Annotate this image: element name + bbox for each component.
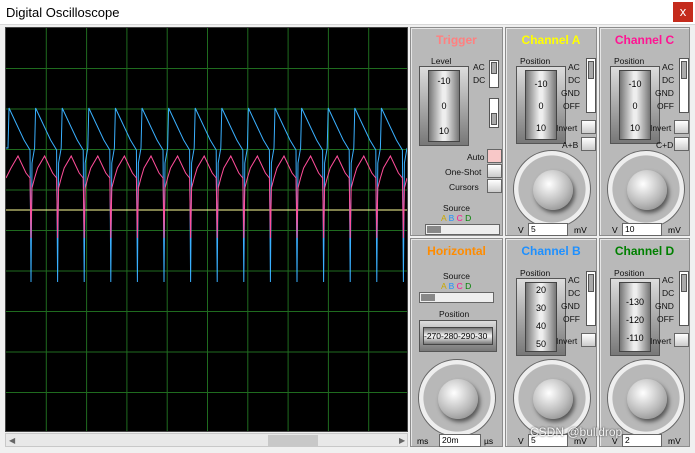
- one-shot-button[interactable]: [487, 164, 502, 178]
- unit: V: [518, 225, 524, 235]
- channel-a-coupling-switch[interactable]: [586, 58, 596, 113]
- waveform-plot: [6, 28, 407, 431]
- channel-b-coupling-switch[interactable]: [586, 271, 596, 326]
- channel-d-panel: Channel D Position -130 -120 -110 AC DC …: [599, 238, 690, 447]
- horizontal-source-slider[interactable]: [419, 292, 494, 303]
- channel-a-off[interactable]: OFF: [563, 101, 580, 111]
- channel-c-panel: Channel C Position -10 0 10 AC DC GND OF…: [599, 27, 690, 236]
- unit: mV: [574, 225, 587, 235]
- channel-c-combine-button[interactable]: [674, 137, 689, 151]
- channel-d-off[interactable]: OFF: [657, 314, 674, 324]
- channel-a-title: Channel A: [521, 33, 581, 47]
- channel-a-invert-button[interactable]: [581, 120, 596, 134]
- display-scrollbar[interactable]: ◀ ▶: [5, 433, 408, 447]
- channel-b-ac[interactable]: AC: [568, 275, 580, 285]
- unit: µs: [484, 436, 494, 446]
- channel-a-invert-label: Invert: [556, 123, 578, 133]
- channel-c-invert-label: Invert: [650, 123, 672, 133]
- channel-c-title: Channel C: [614, 33, 675, 47]
- trigger-title: Trigger: [436, 33, 477, 47]
- horizontal-source-letters: A B C D: [441, 281, 472, 291]
- channel-b-off[interactable]: OFF: [563, 314, 580, 324]
- channel-c-off[interactable]: OFF: [657, 101, 674, 111]
- channel-d-invert-label: Invert: [650, 336, 672, 346]
- scroll-left-icon[interactable]: ◀: [9, 436, 15, 445]
- trigger-dc[interactable]: DC: [473, 75, 485, 85]
- trigger-source-slider[interactable]: [425, 224, 500, 235]
- source-letters: A B C D: [441, 213, 472, 223]
- position-label: Position: [520, 268, 551, 278]
- unit: mV: [668, 436, 681, 446]
- horizontal-position-control[interactable]: -270-280-290-30: [419, 320, 497, 352]
- channel-a-volts-knob[interactable]: [513, 150, 591, 228]
- trace-c: [6, 154, 407, 239]
- close-button[interactable]: x: [673, 2, 693, 22]
- horizontal-panel: Horizontal Source A B C D Position -270-…: [410, 238, 503, 447]
- cursors-button[interactable]: [487, 179, 502, 193]
- horizontal-title: Horizontal: [427, 244, 486, 258]
- trigger-panel: Trigger Level -10 0 10 AC DC Auto One-Sh…: [410, 27, 503, 236]
- tick: -10: [437, 76, 451, 86]
- tick: 0: [441, 101, 447, 111]
- channel-d-value[interactable]: 2: [622, 434, 662, 447]
- channel-c-coupling-switch[interactable]: [679, 58, 689, 113]
- channel-c-gnd[interactable]: GND: [655, 88, 674, 98]
- channel-c-ac[interactable]: AC: [662, 62, 674, 72]
- level-control[interactable]: -10 0 10: [419, 66, 469, 146]
- channel-d-gnd[interactable]: GND: [655, 301, 674, 311]
- channel-a-ac[interactable]: AC: [568, 62, 580, 72]
- channel-a-panel: Channel A Position -10 0 10 AC DC GND OF…: [505, 27, 597, 236]
- unit: ms: [417, 436, 429, 446]
- coupling-switch[interactable]: [489, 60, 499, 88]
- position-label: Position: [614, 268, 645, 278]
- auto-label: Auto: [467, 152, 485, 162]
- channel-c-value[interactable]: 10: [622, 223, 662, 236]
- channel-a-value[interactable]: 5: [528, 223, 568, 236]
- scrollbar-thumb[interactable]: [268, 435, 318, 446]
- position-label: Position: [520, 56, 551, 66]
- channel-d-ac[interactable]: AC: [662, 275, 674, 285]
- level-label: Level: [431, 56, 452, 66]
- channel-b-dc[interactable]: DC: [568, 288, 580, 298]
- unit: V: [612, 225, 618, 235]
- oscilloscope-display: [5, 27, 408, 432]
- channel-c-volts-knob[interactable]: [607, 150, 685, 228]
- channel-d-title: Channel D: [614, 244, 675, 258]
- horizontal-value[interactable]: 20m: [439, 434, 481, 447]
- channel-b-invert-label: Invert: [556, 336, 578, 346]
- trigger-ac[interactable]: AC: [473, 62, 485, 72]
- unit: V: [518, 436, 524, 446]
- tick: 10: [438, 126, 449, 136]
- source-label: Source: [443, 271, 470, 281]
- unit: mV: [668, 225, 681, 235]
- watermark: CSDN @bulldrop: [530, 425, 623, 439]
- channel-c-invert-button[interactable]: [674, 120, 689, 134]
- cursors-label: Cursors: [449, 182, 479, 192]
- channel-a-dc[interactable]: DC: [568, 75, 580, 85]
- one-shot-label: One-Shot: [445, 167, 482, 177]
- channel-b-title: Channel B: [521, 244, 581, 258]
- channel-b-panel: Channel B Position 20 30 40 50 AC DC GND…: [505, 238, 597, 447]
- channel-c-combine-label: C+D: [656, 140, 674, 150]
- scroll-right-icon[interactable]: ▶: [399, 436, 405, 445]
- channel-a-combine-label: A+B: [562, 140, 579, 150]
- edge-switch[interactable]: [489, 98, 499, 128]
- channel-d-coupling-switch[interactable]: [679, 271, 689, 326]
- auto-button[interactable]: [487, 149, 502, 163]
- channel-d-dc[interactable]: DC: [662, 288, 674, 298]
- channel-d-invert-button[interactable]: [674, 333, 689, 347]
- channel-a-gnd[interactable]: GND: [561, 88, 580, 98]
- channel-c-dc[interactable]: DC: [662, 75, 674, 85]
- horizontal-time-knob[interactable]: [418, 359, 496, 437]
- channel-b-gnd[interactable]: GND: [561, 301, 580, 311]
- window-title: Digital Oscilloscope: [6, 5, 120, 20]
- channel-b-invert-button[interactable]: [581, 333, 596, 347]
- source-label: Source: [443, 203, 470, 213]
- position-label: Position: [439, 309, 470, 319]
- title-bar: Digital Oscilloscope x: [0, 0, 695, 25]
- channel-a-combine-button[interactable]: [581, 137, 596, 151]
- position-label: Position: [614, 56, 645, 66]
- trace-b: [6, 107, 407, 283]
- close-icon: x: [679, 4, 687, 19]
